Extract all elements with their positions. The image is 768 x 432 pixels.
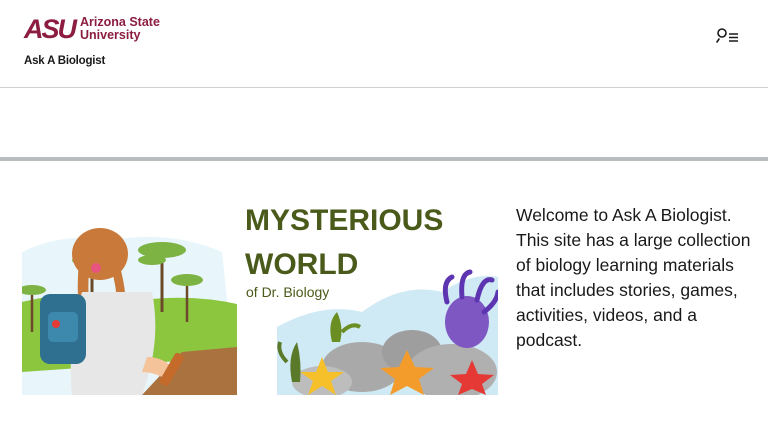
welcome-intro-text: Welcome to Ask A Biologist. This site ha… bbox=[516, 205, 751, 350]
asu-logo-text: Arizona State University bbox=[80, 16, 160, 42]
hero-banner-image[interactable]: MYSTERIOUS WORLD of Dr. Biology bbox=[22, 182, 498, 395]
site-header: ASU Arizona State University Ask A Biolo… bbox=[0, 0, 768, 88]
asu-logo[interactable]: ASU Arizona State University bbox=[24, 14, 160, 44]
section-divider bbox=[0, 157, 768, 161]
search-menu-button[interactable] bbox=[716, 27, 740, 43]
hero-subtitle: of Dr. Biology bbox=[246, 284, 329, 300]
hero-title-line2: WORLD bbox=[245, 248, 358, 281]
search-menu-icon bbox=[716, 28, 738, 43]
asu-logo-mark: ASU bbox=[24, 14, 77, 44]
hero-title-line1: MYSTERIOUS bbox=[245, 204, 443, 237]
site-title-link[interactable]: Ask A Biologist bbox=[24, 55, 105, 67]
nav-band bbox=[0, 88, 768, 158]
hero-illustration: MYSTERIOUS WORLD of Dr. Biology bbox=[22, 182, 498, 395]
asu-logo-line2: University bbox=[80, 28, 141, 42]
